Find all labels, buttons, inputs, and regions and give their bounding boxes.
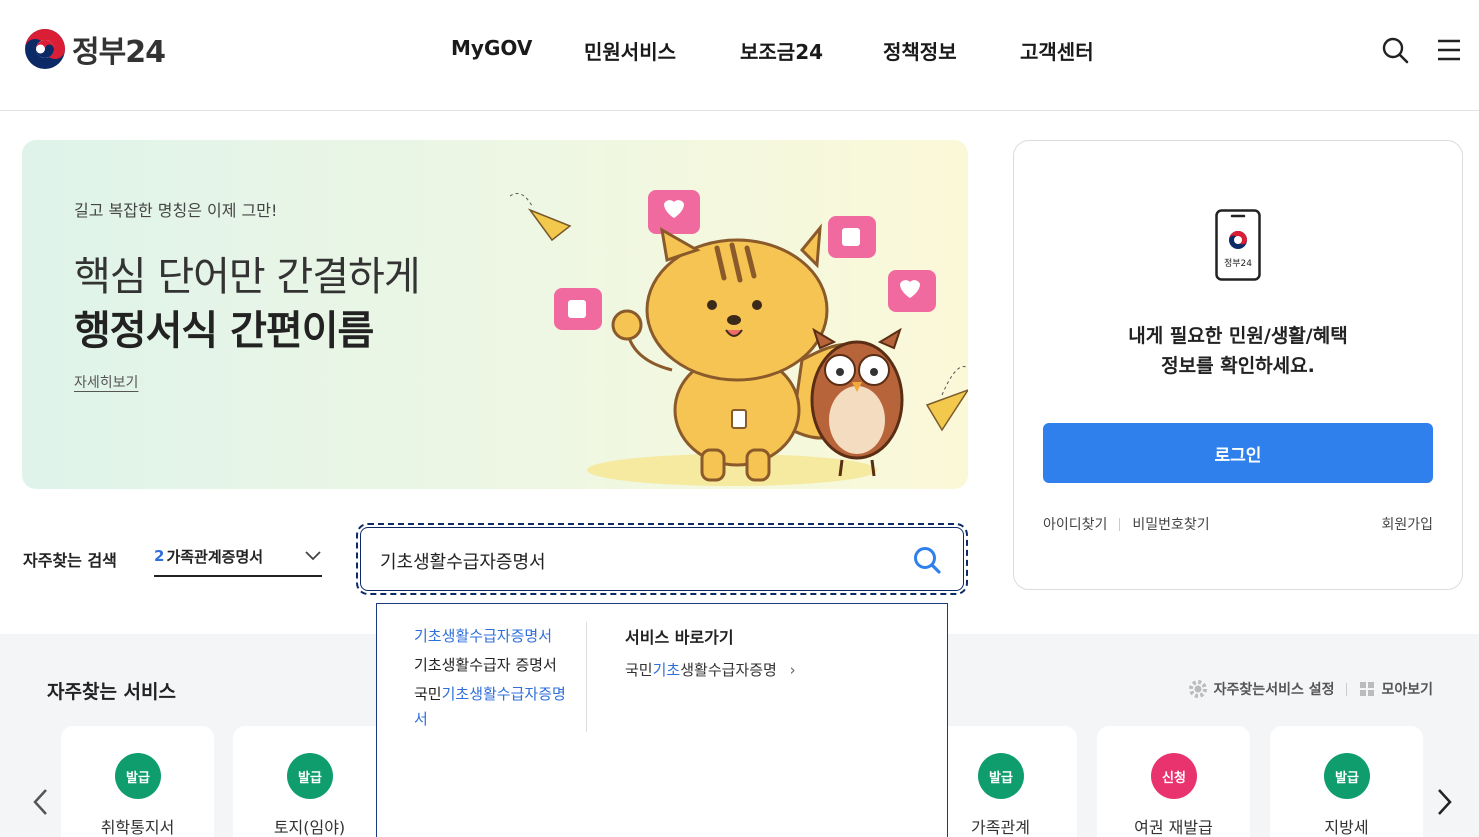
service-card-label: 지방세: [1324, 818, 1369, 837]
find-password-link[interactable]: 비밀번호찾기: [1132, 514, 1209, 534]
chevron-down-icon: [305, 551, 321, 561]
phone-app-label: 정부24: [1224, 258, 1252, 269]
grid-icon: [1360, 682, 1375, 696]
menu-icon[interactable]: [1435, 36, 1463, 64]
service-card[interactable]: 발급 지방세: [1270, 726, 1423, 837]
site-logo[interactable]: 정부24: [24, 27, 166, 71]
shortcut-text: 국민: [625, 661, 653, 679]
login-message-line1: 내게 필요한 민원/생활/혜택: [1128, 325, 1348, 347]
autocomplete-suggestions: 기초생활수급자증명서 기초생활수급자 증명서 국민기초생활수급자증명서: [377, 622, 587, 732]
suggestion-text: 기초생활수급자 증명서: [414, 656, 557, 674]
main-nav: MyGOV 민원서비스 보조금24 정책정보 고객센터: [451, 36, 1094, 65]
nav-subsidy[interactable]: 보조금24: [740, 36, 883, 65]
promo-banner[interactable]: 길고 복잡한 명칭은 이제 그만! 핵심 단어만 간결하게 행정서식 간편이름 …: [22, 140, 968, 489]
apply-badge: 신청: [1151, 753, 1197, 799]
service-card-label: 여권 재발급: [1134, 818, 1213, 837]
suggestion-item[interactable]: 기초생활수급자증명서: [414, 624, 579, 649]
services-tools: 자주찾는서비스 설정 모아보기: [1188, 679, 1433, 699]
suggestion-text: 국민: [414, 685, 442, 703]
service-card[interactable]: 신청 여권 재발급: [1097, 726, 1250, 837]
shortcut-link[interactable]: 국민기초생활수급자증명 ›: [625, 659, 796, 680]
banner-subtitle: 길고 복잡한 명칭은 이제 그만!: [74, 201, 278, 220]
service-card[interactable]: 발급 토지(임야): [233, 726, 386, 837]
logo-text: 정부24: [72, 35, 166, 70]
shortcut-highlight: 기초: [652, 661, 681, 679]
banner-more-link[interactable]: 자세히보기: [74, 372, 138, 392]
suggestion-highlight: 기초생활수급자증명서: [414, 627, 553, 645]
taegeuk-logo-icon: [25, 29, 65, 69]
banner-title-line1: 핵심 단어만 간결하게: [74, 254, 421, 300]
search-submit-icon[interactable]: [912, 545, 942, 575]
nav-civil-service[interactable]: 민원서비스: [584, 36, 740, 65]
page: 정부24 MyGOV 민원서비스 보조금24 정책정보 고객센터 길고 복잡한 …: [0, 0, 1479, 837]
suggestion-item[interactable]: 기초생활수급자 증명서: [414, 653, 579, 678]
frequent-search-rank: 2: [154, 547, 165, 565]
mobile-phone-icon: 정부24: [1215, 209, 1261, 281]
view-all-label: 모아보기: [1381, 682, 1433, 698]
banner-title-line2: 행정서식 간편이름: [74, 308, 374, 354]
service-card-label: 토지(임야): [273, 818, 346, 837]
login-message-line2: 정보를 확인하세요.: [1161, 355, 1315, 377]
nav-customer-center[interactable]: 고객센터: [1020, 36, 1094, 65]
issue-badge: 발급: [287, 753, 333, 799]
issue-badge: 발급: [115, 753, 161, 799]
login-message: 내게 필요한 민원/생활/혜택 정보를 확인하세요.: [1014, 321, 1462, 381]
services-settings-label: 자주찾는서비스 설정: [1213, 682, 1335, 698]
frequent-search-value: 가족관계증명서: [166, 547, 264, 566]
view-all-button[interactable]: 모아보기: [1359, 679, 1433, 699]
find-id-link[interactable]: 아이디찾기: [1043, 514, 1107, 534]
search-box: [356, 523, 968, 595]
shortcut-text: 생활수급자증명: [680, 661, 777, 679]
services-title: 자주찾는 서비스: [47, 681, 176, 703]
service-card[interactable]: 발급 취학통지서: [61, 726, 214, 837]
autocomplete-dropdown: 기초생활수급자증명서 기초생활수급자 증명서 국민기초생활수급자증명서 서비스 …: [376, 603, 948, 837]
search-input[interactable]: [380, 547, 900, 575]
chevron-right-icon: ›: [789, 661, 796, 679]
service-card-label: 취학통지서: [100, 818, 175, 837]
search-icon[interactable]: [1381, 36, 1409, 64]
login-card: 정부24 내게 필요한 민원/생활/혜택 정보를 확인하세요. 로그인 아이디찾…: [1013, 140, 1463, 590]
frequent-search-dropdown[interactable]: 2 가족관계증명서: [154, 537, 322, 577]
login-helper-links: 아이디찾기 비밀번호찾기: [1043, 514, 1210, 534]
frequent-search-label: 자주찾는 검색: [23, 551, 117, 570]
divider: [1346, 682, 1348, 696]
divider: [1119, 517, 1121, 531]
signup-link[interactable]: 회원가입: [1381, 514, 1433, 534]
services-settings-button[interactable]: 자주찾는서비스 설정: [1188, 679, 1335, 699]
issue-badge: 발급: [978, 753, 1024, 799]
suggestion-item[interactable]: 국민기초생활수급자증명서: [414, 682, 579, 732]
nav-mygov[interactable]: MyGOV: [451, 36, 584, 65]
site-header: 정부24 MyGOV 민원서비스 보조금24 정책정보 고객센터: [0, 0, 1479, 111]
carousel-prev-icon[interactable]: [29, 786, 53, 818]
shortcut-title: 서비스 바로가기: [625, 628, 734, 647]
issue-badge: 발급: [1324, 753, 1370, 799]
carousel-next-icon[interactable]: [1432, 786, 1456, 818]
gear-icon: [1188, 680, 1207, 698]
login-button[interactable]: 로그인: [1043, 423, 1433, 483]
nav-policy[interactable]: 정책정보: [883, 36, 1020, 65]
mascot-illustration: [509, 190, 968, 486]
